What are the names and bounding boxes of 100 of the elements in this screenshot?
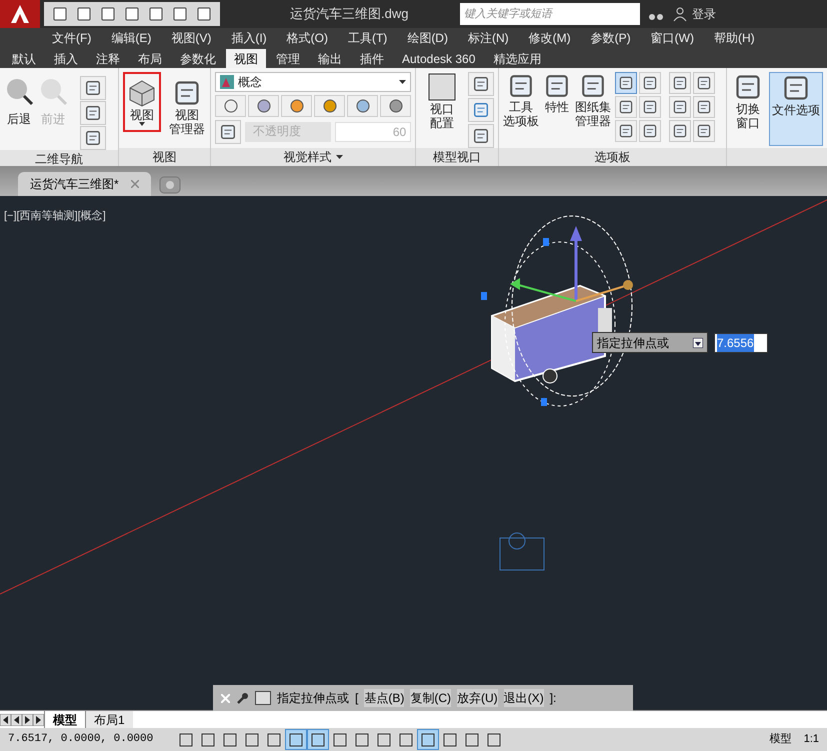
login-link[interactable]: 登录 <box>692 5 716 23</box>
palette-button[interactable]: 图纸集 管理器 <box>575 72 612 128</box>
window-button[interactable]: 文件选项 <box>769 72 823 146</box>
menu-item[interactable]: 视图(V) <box>171 29 212 47</box>
toggle-icon <box>355 732 369 746</box>
button-label: 管理器 <box>575 114 612 128</box>
user-icon[interactable] <box>672 6 688 22</box>
view-button[interactable]: 视图 <box>123 72 162 132</box>
toggle-icon <box>443 732 457 746</box>
menu-item[interactable]: 帮助(H) <box>714 29 755 47</box>
viewport-label[interactable]: [−][西南等轴测][概念] <box>4 208 106 224</box>
ribbon-tab[interactable]: 管理 <box>268 49 308 68</box>
button-label: 切换 <box>736 102 760 116</box>
grip-handle[interactable] <box>481 292 487 300</box>
new-tab-icon[interactable] <box>158 176 181 194</box>
window-button[interactable]: 切换 窗口 <box>731 72 765 146</box>
ribbon-tab[interactable]: 注释 <box>88 49 128 68</box>
command-option[interactable]: 放弃(U) <box>457 689 498 707</box>
palette-toggle[interactable] <box>639 120 662 142</box>
ribbon-tab[interactable]: 参数化 <box>172 49 224 68</box>
layout-tab[interactable]: 模型 <box>44 710 86 728</box>
back-button[interactable]: 后退 <box>4 76 34 128</box>
wrench-icon[interactable] <box>236 692 249 704</box>
toggle-icon <box>179 732 193 746</box>
menu-item[interactable]: 标注(N) <box>468 29 509 47</box>
menu-item[interactable]: 修改(M) <box>528 29 571 47</box>
button-label: 视图 <box>130 108 154 122</box>
button-label: 配置 <box>430 116 454 130</box>
menu-item[interactable]: 文件(F) <box>52 29 92 47</box>
button-label: 视图 <box>175 108 200 122</box>
ribbon-tab[interactable]: Autodesk 360 <box>394 49 484 68</box>
layout-tab[interactable]: 布局1 <box>86 710 133 728</box>
down-arrow-icon[interactable] <box>693 338 703 348</box>
button-label: 管理器 <box>169 122 206 136</box>
palette-toggle[interactable] <box>615 120 638 142</box>
ribbon-tab[interactable]: 插件 <box>352 49 392 68</box>
menu-item[interactable]: 绘图(D) <box>407 29 448 47</box>
app-menu-button[interactable] <box>0 0 40 28</box>
dynamic-input-field[interactable]: 7.6556 <box>714 332 768 352</box>
bracket-text: [ <box>355 690 358 707</box>
caret-icon[interactable] <box>336 155 343 159</box>
ribbon-tab[interactable]: 插入 <box>46 49 86 68</box>
command-option[interactable]: 复制(C) <box>410 689 452 707</box>
prev-icon[interactable] <box>11 714 22 726</box>
viewport-config-button[interactable]: 视口 配置 <box>420 72 464 130</box>
search-field[interactable]: 键入关键字或短语 <box>460 3 640 25</box>
view-manager-button[interactable]: 视图 管理器 <box>165 72 210 142</box>
toggle-icon <box>487 732 501 746</box>
palette-button[interactable]: 工具 选项板 <box>503 72 540 128</box>
visual-style-dropdown[interactable]: 概念 <box>215 72 412 92</box>
button-label: 文件选项 <box>772 103 820 117</box>
panel-title: 模型视口 <box>416 148 498 166</box>
toggle-icon <box>311 732 325 746</box>
menu-item[interactable]: 参数(P) <box>590 29 631 47</box>
logo-icon <box>9 3 31 25</box>
first-icon[interactable] <box>0 714 11 726</box>
next-icon[interactable] <box>22 714 33 726</box>
menu-item[interactable]: 工具(T) <box>348 29 388 47</box>
ribbon-tab[interactable]: 布局 <box>130 49 170 68</box>
space-label[interactable]: 模型 <box>766 731 796 748</box>
command-option[interactable]: 退出(X) <box>504 689 544 707</box>
status-toggle[interactable] <box>285 729 307 750</box>
toggle-icon <box>201 732 215 746</box>
palette-toggle[interactable] <box>615 96 638 118</box>
toggle-icon <box>223 732 237 746</box>
palette-toggle[interactable] <box>615 72 638 94</box>
toggle-icon <box>245 732 259 746</box>
command-option[interactable]: 基点(B) <box>364 689 404 707</box>
ribbon-tab[interactable]: 精选应用 <box>485 49 550 68</box>
palette-toggle[interactable] <box>639 72 662 94</box>
ribbon-tab[interactable]: 默认 <box>4 49 44 68</box>
menu-item[interactable]: 编辑(E) <box>111 29 152 47</box>
sphere-icon[interactable] <box>322 98 338 114</box>
grip-handle[interactable] <box>541 398 547 406</box>
last-icon[interactable] <box>33 714 44 726</box>
palette-button[interactable]: 特性 <box>543 72 572 114</box>
button-label: 窗口 <box>736 116 760 130</box>
grip-handle[interactable] <box>543 238 549 246</box>
button-label: 视口 <box>430 102 454 116</box>
button-label: 工具 <box>509 100 534 114</box>
camera-drawing <box>500 532 544 570</box>
document-tab[interactable]: 运货汽车三维图* <box>18 172 151 196</box>
tooltip-prompt: 指定拉伸点或 <box>597 334 669 352</box>
scale-label[interactable]: 1:1 <box>796 731 827 748</box>
menu-item[interactable]: 窗口(W) <box>650 29 694 47</box>
panel-title: 选项板 <box>499 148 726 166</box>
ribbon-tab[interactable]: 视图 <box>226 49 266 68</box>
bracket-text: ]: <box>550 690 556 707</box>
visual-style-value: 概念 <box>238 74 264 91</box>
menu-item[interactable]: 插入(I) <box>231 29 267 47</box>
status-toggle[interactable] <box>307 729 329 750</box>
toggle-icon <box>377 732 391 746</box>
panel-title: 视觉样式 <box>284 149 332 166</box>
toggle-icon <box>267 732 281 746</box>
button-label: 特性 <box>545 100 570 114</box>
ribbon-tab[interactable]: 输出 <box>310 49 350 68</box>
cube-icon <box>127 78 158 108</box>
menu-item[interactable]: 格式(O) <box>286 29 328 47</box>
status-toggle[interactable] <box>417 729 439 750</box>
palette-toggle[interactable] <box>639 96 662 118</box>
